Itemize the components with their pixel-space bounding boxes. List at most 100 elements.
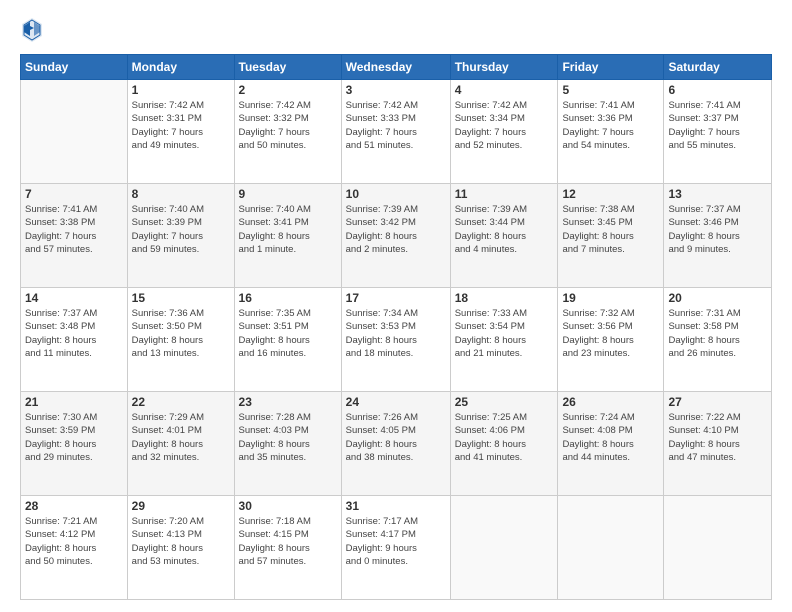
- day-info: Sunrise: 7:41 AM Sunset: 3:36 PM Dayligh…: [562, 99, 659, 152]
- calendar-cell: 14 Sunrise: 7:37 AM Sunset: 3:48 PM Dayli…: [21, 288, 128, 392]
- day-info: Sunrise: 7:39 AM Sunset: 3:42 PM Dayligh…: [346, 203, 446, 256]
- day-info: Sunrise: 7:41 AM Sunset: 3:38 PM Dayligh…: [25, 203, 123, 256]
- day-info: Sunrise: 7:17 AM Sunset: 4:17 PM Dayligh…: [346, 515, 446, 568]
- day-info: Sunrise: 7:30 AM Sunset: 3:59 PM Dayligh…: [25, 411, 123, 464]
- calendar-cell: 9 Sunrise: 7:40 AM Sunset: 3:41 PM Daylig…: [234, 184, 341, 288]
- calendar-week-row: 1 Sunrise: 7:42 AM Sunset: 3:31 PM Daylig…: [21, 80, 772, 184]
- day-info: Sunrise: 7:18 AM Sunset: 4:15 PM Dayligh…: [239, 515, 337, 568]
- day-info: Sunrise: 7:31 AM Sunset: 3:58 PM Dayligh…: [668, 307, 767, 360]
- day-number: 1: [132, 83, 230, 97]
- calendar-cell: 26 Sunrise: 7:24 AM Sunset: 4:08 PM Dayli…: [558, 392, 664, 496]
- day-number: 25: [455, 395, 554, 409]
- calendar-cell: [450, 496, 558, 600]
- calendar-cell: 6 Sunrise: 7:41 AM Sunset: 3:37 PM Daylig…: [664, 80, 772, 184]
- day-info: Sunrise: 7:22 AM Sunset: 4:10 PM Dayligh…: [668, 411, 767, 464]
- calendar-cell: [558, 496, 664, 600]
- calendar-day-header: Sunday: [21, 55, 128, 80]
- calendar-cell: 5 Sunrise: 7:41 AM Sunset: 3:36 PM Daylig…: [558, 80, 664, 184]
- day-number: 9: [239, 187, 337, 201]
- day-info: Sunrise: 7:34 AM Sunset: 3:53 PM Dayligh…: [346, 307, 446, 360]
- day-info: Sunrise: 7:36 AM Sunset: 3:50 PM Dayligh…: [132, 307, 230, 360]
- day-info: Sunrise: 7:33 AM Sunset: 3:54 PM Dayligh…: [455, 307, 554, 360]
- day-info: Sunrise: 7:38 AM Sunset: 3:45 PM Dayligh…: [562, 203, 659, 256]
- day-info: Sunrise: 7:40 AM Sunset: 3:41 PM Dayligh…: [239, 203, 337, 256]
- day-info: Sunrise: 7:42 AM Sunset: 3:31 PM Dayligh…: [132, 99, 230, 152]
- calendar-cell: 13 Sunrise: 7:37 AM Sunset: 3:46 PM Dayli…: [664, 184, 772, 288]
- calendar-table: SundayMondayTuesdayWednesdayThursdayFrid…: [20, 54, 772, 600]
- calendar-header-row: SundayMondayTuesdayWednesdayThursdayFrid…: [21, 55, 772, 80]
- calendar-day-header: Tuesday: [234, 55, 341, 80]
- day-info: Sunrise: 7:37 AM Sunset: 3:48 PM Dayligh…: [25, 307, 123, 360]
- day-info: Sunrise: 7:39 AM Sunset: 3:44 PM Dayligh…: [455, 203, 554, 256]
- calendar-cell: 27 Sunrise: 7:22 AM Sunset: 4:10 PM Dayli…: [664, 392, 772, 496]
- day-number: 8: [132, 187, 230, 201]
- day-number: 22: [132, 395, 230, 409]
- day-info: Sunrise: 7:40 AM Sunset: 3:39 PM Dayligh…: [132, 203, 230, 256]
- day-number: 19: [562, 291, 659, 305]
- calendar-week-row: 21 Sunrise: 7:30 AM Sunset: 3:59 PM Dayli…: [21, 392, 772, 496]
- calendar-cell: 11 Sunrise: 7:39 AM Sunset: 3:44 PM Dayli…: [450, 184, 558, 288]
- calendar-cell: 22 Sunrise: 7:29 AM Sunset: 4:01 PM Dayli…: [127, 392, 234, 496]
- calendar-cell: 20 Sunrise: 7:31 AM Sunset: 3:58 PM Dayli…: [664, 288, 772, 392]
- day-number: 23: [239, 395, 337, 409]
- day-number: 13: [668, 187, 767, 201]
- calendar-cell: 3Sunrise: 7:42 AM Sunset: 3:33 PM Daylig…: [341, 80, 450, 184]
- calendar-week-row: 7Sunrise: 7:41 AM Sunset: 3:38 PM Daylig…: [21, 184, 772, 288]
- calendar-cell: 15 Sunrise: 7:36 AM Sunset: 3:50 PM Dayli…: [127, 288, 234, 392]
- day-number: 29: [132, 499, 230, 513]
- calendar-cell: 31Sunrise: 7:17 AM Sunset: 4:17 PM Dayli…: [341, 496, 450, 600]
- calendar-cell: 2Sunrise: 7:42 AM Sunset: 3:32 PM Daylig…: [234, 80, 341, 184]
- day-number: 27: [668, 395, 767, 409]
- day-info: Sunrise: 7:41 AM Sunset: 3:37 PM Dayligh…: [668, 99, 767, 152]
- day-info: Sunrise: 7:28 AM Sunset: 4:03 PM Dayligh…: [239, 411, 337, 464]
- header: [20, 16, 772, 44]
- calendar-cell: 4 Sunrise: 7:42 AM Sunset: 3:34 PM Daylig…: [450, 80, 558, 184]
- calendar-cell: 8 Sunrise: 7:40 AM Sunset: 3:39 PM Daylig…: [127, 184, 234, 288]
- calendar-week-row: 28 Sunrise: 7:21 AM Sunset: 4:12 PM Dayli…: [21, 496, 772, 600]
- day-number: 4: [455, 83, 554, 97]
- calendar-cell: 28 Sunrise: 7:21 AM Sunset: 4:12 PM Dayli…: [21, 496, 128, 600]
- calendar-cell: [664, 496, 772, 600]
- calendar-cell: 19Sunrise: 7:32 AM Sunset: 3:56 PM Dayli…: [558, 288, 664, 392]
- day-number: 16: [239, 291, 337, 305]
- day-number: 11: [455, 187, 554, 201]
- day-info: Sunrise: 7:25 AM Sunset: 4:06 PM Dayligh…: [455, 411, 554, 464]
- logo-icon: [20, 16, 44, 44]
- day-number: 2: [239, 83, 337, 97]
- calendar-day-header: Thursday: [450, 55, 558, 80]
- calendar-cell: 18Sunrise: 7:33 AM Sunset: 3:54 PM Dayli…: [450, 288, 558, 392]
- day-number: 10: [346, 187, 446, 201]
- day-number: 12: [562, 187, 659, 201]
- calendar-cell: [21, 80, 128, 184]
- logo: [20, 16, 48, 44]
- calendar-cell: 12 Sunrise: 7:38 AM Sunset: 3:45 PM Dayli…: [558, 184, 664, 288]
- day-number: 6: [668, 83, 767, 97]
- day-number: 20: [668, 291, 767, 305]
- day-number: 3: [346, 83, 446, 97]
- day-number: 21: [25, 395, 123, 409]
- calendar-cell: 24 Sunrise: 7:26 AM Sunset: 4:05 PM Dayli…: [341, 392, 450, 496]
- calendar-cell: 30Sunrise: 7:18 AM Sunset: 4:15 PM Dayli…: [234, 496, 341, 600]
- day-number: 28: [25, 499, 123, 513]
- calendar-cell: 29Sunrise: 7:20 AM Sunset: 4:13 PM Dayli…: [127, 496, 234, 600]
- calendar-cell: 23 Sunrise: 7:28 AM Sunset: 4:03 PM Dayli…: [234, 392, 341, 496]
- day-info: Sunrise: 7:29 AM Sunset: 4:01 PM Dayligh…: [132, 411, 230, 464]
- day-info: Sunrise: 7:21 AM Sunset: 4:12 PM Dayligh…: [25, 515, 123, 568]
- day-info: Sunrise: 7:24 AM Sunset: 4:08 PM Dayligh…: [562, 411, 659, 464]
- day-number: 15: [132, 291, 230, 305]
- day-info: Sunrise: 7:37 AM Sunset: 3:46 PM Dayligh…: [668, 203, 767, 256]
- day-number: 5: [562, 83, 659, 97]
- calendar-cell: 17 Sunrise: 7:34 AM Sunset: 3:53 PM Dayli…: [341, 288, 450, 392]
- calendar-cell: 21 Sunrise: 7:30 AM Sunset: 3:59 PM Dayli…: [21, 392, 128, 496]
- day-info: Sunrise: 7:42 AM Sunset: 3:34 PM Dayligh…: [455, 99, 554, 152]
- day-info: Sunrise: 7:26 AM Sunset: 4:05 PM Dayligh…: [346, 411, 446, 464]
- day-number: 14: [25, 291, 123, 305]
- day-number: 26: [562, 395, 659, 409]
- calendar-day-header: Monday: [127, 55, 234, 80]
- calendar-cell: 10 Sunrise: 7:39 AM Sunset: 3:42 PM Dayli…: [341, 184, 450, 288]
- page: SundayMondayTuesdayWednesdayThursdayFrid…: [0, 0, 792, 612]
- day-number: 24: [346, 395, 446, 409]
- day-number: 17: [346, 291, 446, 305]
- calendar-day-header: Saturday: [664, 55, 772, 80]
- calendar-day-header: Friday: [558, 55, 664, 80]
